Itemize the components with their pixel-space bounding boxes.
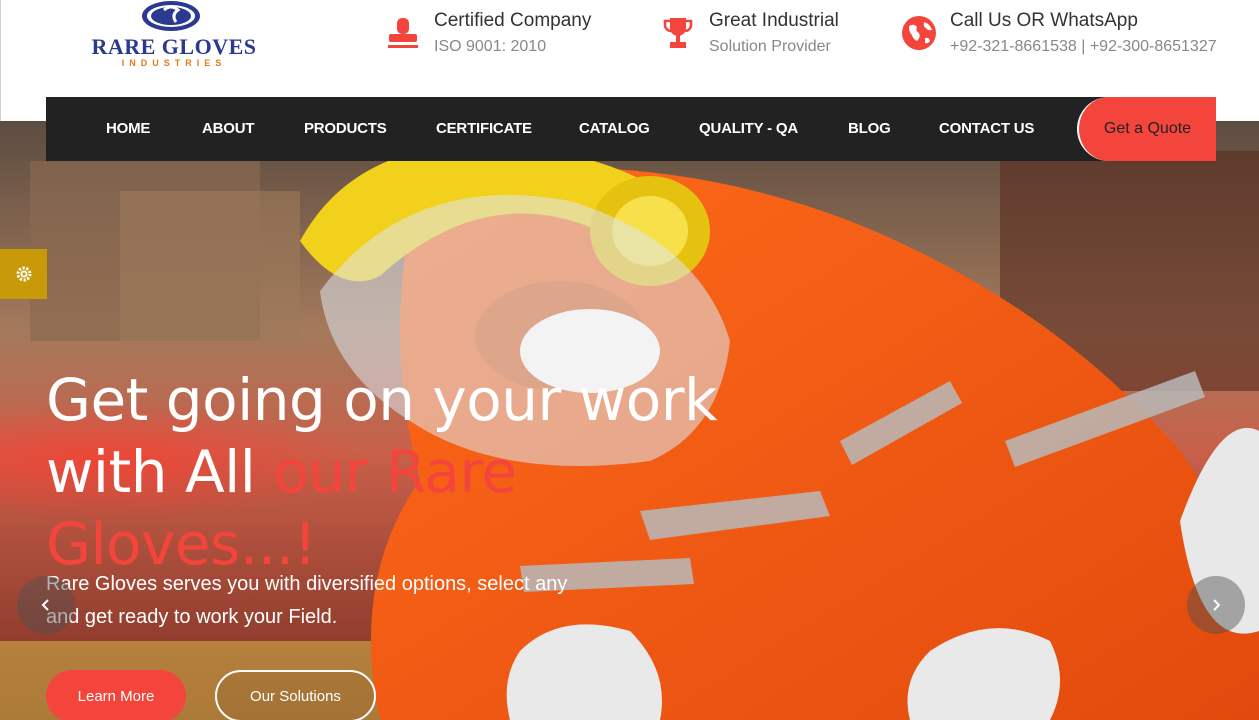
settings-toggle[interactable] [0, 249, 47, 299]
chevron-left-icon [41, 599, 49, 611]
our-solutions-button[interactable]: Our Solutions [215, 670, 376, 720]
nav-products[interactable]: PRODUCTS [304, 97, 387, 161]
trophy-icon [663, 18, 693, 48]
company-logo[interactable]: RARE GLOVES INDUSTRIES [67, 0, 277, 72]
logo-emblem-icon [142, 1, 200, 31]
nav-catalog[interactable]: CATALOG [579, 97, 650, 161]
info-contact-title: Call Us OR WhatsApp [950, 10, 1138, 31]
info-certified-title: Certified Company [434, 10, 592, 31]
hero-slider: Get going on your work with All our Rare… [0, 121, 1259, 720]
nav-home[interactable]: HOME [106, 97, 150, 161]
nav-contact-us[interactable]: CONTACT US [939, 97, 1034, 161]
hero-headline: Get going on your work with All our Rare… [46, 364, 806, 580]
nav-about[interactable]: ABOUT [202, 97, 255, 161]
hero-headline-line-2: with All our Rare [46, 436, 806, 508]
gear-icon [16, 266, 31, 282]
learn-more-button[interactable]: Learn More [46, 670, 186, 720]
logo-brand-name: RARE GLOVES [91, 34, 257, 59]
info-industrial-title: Great Industrial [709, 10, 839, 31]
info-certified-subtitle: ISO 9001: 2010 [434, 38, 547, 55]
chevron-right-icon [1213, 599, 1221, 611]
nav-certificate[interactable]: CERTIFICATE [436, 97, 532, 161]
globe-icon [902, 16, 936, 50]
nav-quality-qa[interactable]: QUALITY - QA [699, 97, 798, 161]
nav-blog[interactable]: BLOG [848, 97, 891, 161]
hero-headline-highlight: our Rare [273, 438, 517, 506]
hero-subtext: Rare Gloves serves you with diversified … [46, 573, 568, 628]
info-industrial-subtitle: Solution Provider [709, 38, 831, 55]
logo-subtitle: INDUSTRIES [121, 58, 227, 68]
get-a-quote-button[interactable]: Get a Quote [1077, 97, 1216, 161]
slider-prev-button[interactable] [17, 576, 75, 634]
stamp-icon [388, 18, 418, 48]
main-navigation: HOME ABOUT PRODUCTS CERTIFICATE CATALOG … [46, 97, 1216, 161]
hero-headline-line-2-white: with All [46, 438, 274, 506]
hero-headline-line-1: Get going on your work [46, 366, 718, 434]
info-contact-phones[interactable]: +92-321-8661538 | +92-300-8651327 [950, 38, 1217, 56]
slider-next-button[interactable] [1187, 576, 1245, 634]
